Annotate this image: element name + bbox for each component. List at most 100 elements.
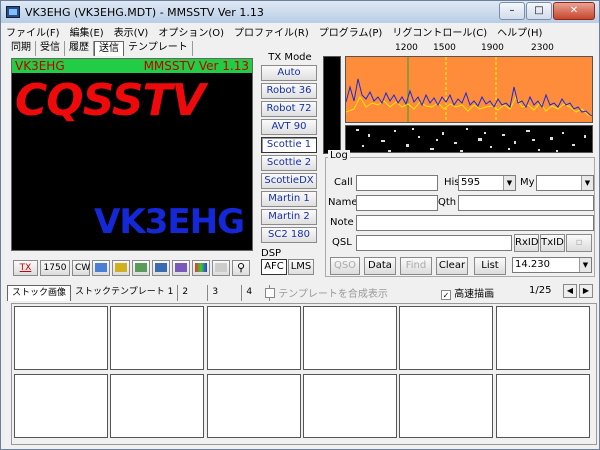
hq-option[interactable]: ✓ 高速描画 xyxy=(441,285,494,300)
save-image-icon[interactable] xyxy=(132,260,150,276)
thumbnail-slot[interactable] xyxy=(399,306,493,370)
tab-stock-images[interactable]: ストック画像 xyxy=(7,285,72,301)
txid-button[interactable]: TxID xyxy=(540,234,565,252)
tab-stock-template-1[interactable]: ストックテンプレート 1 xyxy=(71,285,179,301)
thumbnail-slot[interactable] xyxy=(496,374,590,438)
thumbnail-slot[interactable] xyxy=(399,374,493,438)
hq-checkbox[interactable]: ✓ xyxy=(441,290,451,300)
maximize-button[interactable]: □ xyxy=(526,2,552,20)
note-field[interactable] xyxy=(356,215,594,231)
thumbnail-slot[interactable] xyxy=(110,374,204,438)
tab-history[interactable]: 履歴 xyxy=(65,41,94,56)
mode-scottiedx-button[interactable]: ScottieDX xyxy=(261,173,317,189)
page-indicator: 1/25 xyxy=(529,285,552,296)
tx-image-canvas[interactable]: VK3EHG MMSSTV Ver 1.13 CQSSTV VK3EHG xyxy=(11,58,253,251)
find-button[interactable]: Find xyxy=(400,257,432,275)
main-tabs: 同期 受信 履歴 送信 テンプレート xyxy=(7,41,193,56)
freq-label-1500: 1500 xyxy=(433,43,456,53)
menu-rig-control[interactable]: リグコントロール(C) xyxy=(387,24,492,39)
thumbnail-slot[interactable] xyxy=(303,374,397,438)
spectrum-display[interactable] xyxy=(345,56,593,123)
title-bar[interactable]: VK3EHG (VK3EHG.MDT) - MMSSTV Ver 1.13 – … xyxy=(1,1,599,23)
thumbnail-slot[interactable] xyxy=(207,306,301,370)
magnify-icon[interactable]: ⚲ xyxy=(232,260,250,276)
menu-profile[interactable]: プロファイル(R) xyxy=(229,24,314,39)
mode-robot36-button[interactable]: Robot 36 xyxy=(261,83,317,99)
afc-button[interactable]: AFC xyxy=(261,259,287,275)
clear-button[interactable]: Clear xyxy=(436,257,468,275)
lms-button[interactable]: LMS xyxy=(288,259,314,275)
qth-field[interactable] xyxy=(458,195,594,211)
thumbnail-slot[interactable] xyxy=(207,374,301,438)
abc-icon[interactable] xyxy=(92,260,110,276)
name-field[interactable] xyxy=(356,195,438,211)
menu-help[interactable]: ヘルプ(H) xyxy=(492,24,547,39)
menu-program[interactable]: プログラム(P) xyxy=(314,24,388,39)
cw-button[interactable]: CW xyxy=(72,260,90,276)
name-label: Name xyxy=(328,197,358,208)
thumbnail-slot[interactable] xyxy=(303,306,397,370)
close-button[interactable]: ✕ xyxy=(553,2,595,20)
mode-robot72-button[interactable]: Robot 72 xyxy=(261,101,317,117)
thumbnail-slot[interactable] xyxy=(496,306,590,370)
tab-sync[interactable]: 同期 xyxy=(7,41,36,56)
his-dropdown-icon: ▼ xyxy=(503,176,515,190)
menu-file[interactable]: ファイル(F) xyxy=(1,24,65,39)
menu-edit[interactable]: 編集(E) xyxy=(65,24,109,39)
list-button[interactable]: List xyxy=(474,257,506,275)
mode-auto-button[interactable]: Auto xyxy=(261,65,317,81)
his-select[interactable]: 595 ▼ xyxy=(458,175,516,191)
main-window: VK3EHG (VK3EHG.MDT) - MMSSTV Ver 1.13 – … xyxy=(0,0,600,450)
mode-avt90-button[interactable]: AVT 90 xyxy=(261,119,317,135)
call-label: Call xyxy=(334,177,353,188)
hq-label: 高速描画 xyxy=(454,289,495,300)
tab-transmit[interactable]: 送信 xyxy=(94,41,124,56)
prev-page-icon[interactable]: ◀ xyxy=(563,284,577,298)
load-image-icon[interactable] xyxy=(112,260,130,276)
text-edit-icon[interactable] xyxy=(212,260,230,276)
mode-martin2-button[interactable]: Martin 2 xyxy=(261,209,317,225)
qsl-field[interactable] xyxy=(356,235,512,251)
waterfall-display[interactable] xyxy=(345,125,593,153)
next-page-icon[interactable]: ▶ xyxy=(579,284,593,298)
menu-options[interactable]: オプション(O) xyxy=(153,24,229,39)
tab-receive[interactable]: 受信 xyxy=(36,41,65,56)
tx-button[interactable]: TX xyxy=(13,260,38,276)
thumbnail-slot[interactable] xyxy=(14,306,108,370)
mode-martin1-button[interactable]: Martin 1 xyxy=(261,191,317,207)
tx-mode-title: TX Mode xyxy=(268,52,312,63)
color-bar-icon[interactable] xyxy=(192,260,210,276)
tone-1750-button[interactable]: 1750 xyxy=(40,260,70,276)
thumbnail-slot[interactable] xyxy=(14,374,108,438)
stock-tabs: ストック画像 ストックテンプレート 1 2 3 4 xyxy=(7,285,271,301)
tab-stock-2[interactable]: 2 xyxy=(178,285,209,301)
abc-id-button[interactable]: ▫ xyxy=(566,234,592,252)
frequency-select[interactable]: 14.230 ▼ xyxy=(512,257,592,273)
freq-label-1900: 1900 xyxy=(481,43,504,53)
qso-button[interactable]: QSO xyxy=(330,257,360,275)
rxid-button[interactable]: RxID xyxy=(514,234,539,252)
log-title: Log xyxy=(328,150,350,161)
composite-label: テンプレートを合成表示 xyxy=(278,289,388,300)
big-callsign-text: VK3EHG xyxy=(94,202,245,242)
waterfall-graph xyxy=(356,128,586,152)
thumbnail-slot[interactable] xyxy=(110,306,204,370)
call-field[interactable] xyxy=(356,175,438,191)
minimize-button[interactable]: – xyxy=(499,2,525,20)
copy-image-icon[interactable] xyxy=(152,260,170,276)
freq-label-1200: 1200 xyxy=(395,43,418,53)
paste-image-icon[interactable] xyxy=(172,260,190,276)
my-select[interactable]: ▼ xyxy=(536,175,594,191)
mode-scottie1-button[interactable]: Scottie 1 xyxy=(261,137,317,153)
frequency-value: 14.230 xyxy=(515,259,550,270)
mode-scottie2-button[interactable]: Scottie 2 xyxy=(261,155,317,171)
composite-option[interactable]: テンプレートを合成表示 xyxy=(265,285,388,300)
dsp-panel: DSP AFC LMS xyxy=(261,249,321,279)
menu-view[interactable]: 表示(V) xyxy=(109,24,154,39)
data-button[interactable]: Data xyxy=(364,257,396,275)
mode-sc2-180-button[interactable]: SC2 180 xyxy=(261,227,317,243)
tab-stock-3[interactable]: 3 xyxy=(208,285,243,301)
image-toolbar: TX 1750 CW ⚲ xyxy=(13,259,252,277)
composite-checkbox[interactable] xyxy=(265,288,275,298)
tab-template[interactable]: テンプレート xyxy=(124,41,193,56)
